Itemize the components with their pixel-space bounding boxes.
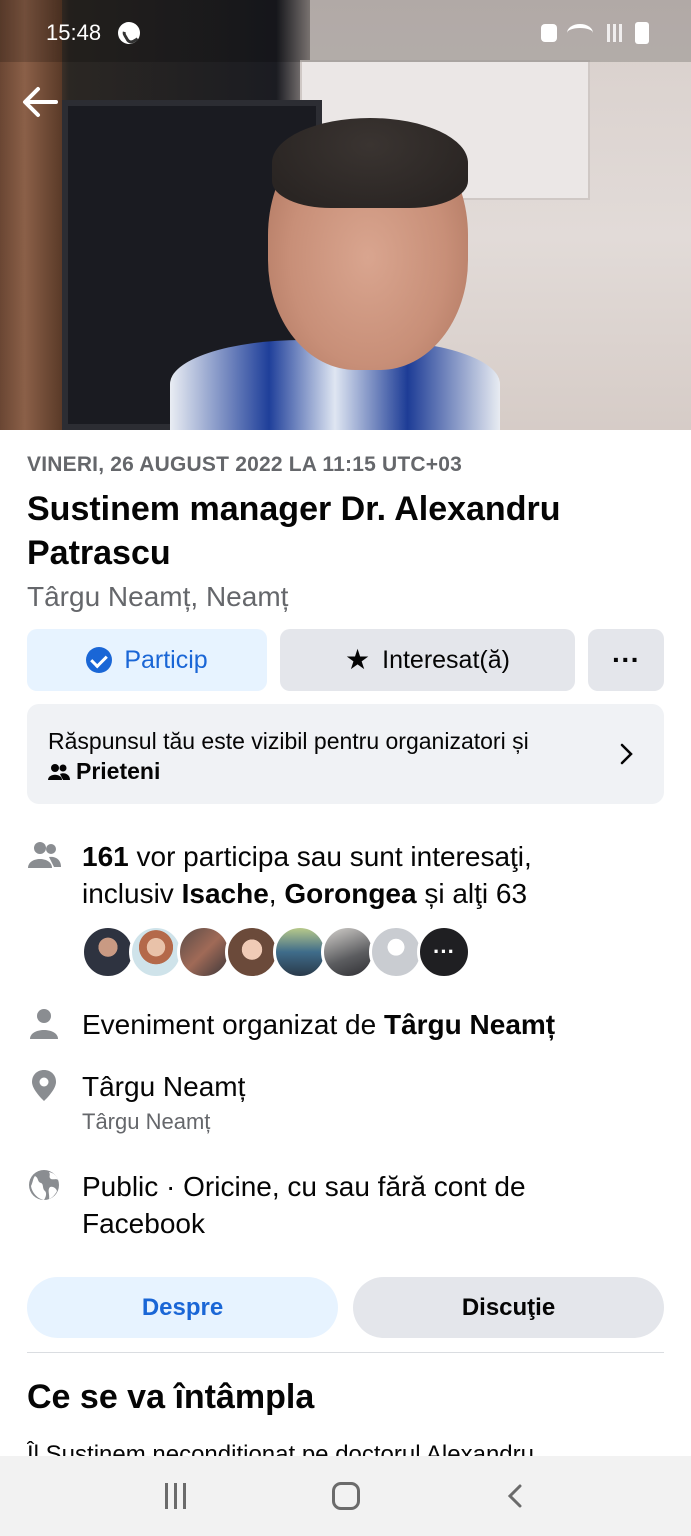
avatar[interactable] xyxy=(81,925,135,979)
people-icon xyxy=(28,842,61,868)
visibility-text: Răspunsul tău este vizibil pentru organi… xyxy=(48,728,529,754)
going-button[interactable]: Particip xyxy=(27,629,267,691)
arrow-left-icon xyxy=(23,87,58,117)
star-icon: ★ xyxy=(345,644,371,675)
call-icon xyxy=(118,22,140,44)
tab-discussion[interactable]: Discuţie xyxy=(353,1277,664,1338)
attendee-name-2: Gorongea xyxy=(284,878,417,909)
status-icons xyxy=(541,22,649,44)
person-icon xyxy=(30,1009,58,1039)
privacy-row: Public · Oricine, cu sau fără cont de Fa… xyxy=(27,1168,627,1242)
attendee-name-1: Isache xyxy=(181,878,269,909)
going-label: Particip xyxy=(124,645,208,674)
response-visibility-notice[interactable]: Răspunsul tău este vizibil pentru organi… xyxy=(27,704,664,804)
avatar[interactable] xyxy=(273,925,327,979)
globe-icon xyxy=(29,1170,59,1200)
interested-button[interactable]: ★ Interesat(ă) xyxy=(280,629,575,691)
interested-label: Interesat(ă) xyxy=(382,645,510,674)
friends-icon xyxy=(48,763,70,780)
more-attendees-button[interactable]: ··· xyxy=(417,925,471,979)
alarm-icon xyxy=(541,24,557,42)
status-time: 15:48 xyxy=(46,20,102,45)
organizer-name[interactable]: Târgu Neamț xyxy=(384,1009,555,1040)
event-title: Sustinem manager Dr. Alexandru Patrascu xyxy=(27,490,561,572)
avatar[interactable] xyxy=(129,925,183,979)
place-subtitle: Târgu Neamț xyxy=(82,1109,211,1134)
avatar[interactable] xyxy=(177,925,231,979)
more-attendees-icon: ··· xyxy=(433,939,455,964)
battery-icon xyxy=(635,22,649,44)
organizer-prefix: Eveniment organizat de xyxy=(82,1009,377,1040)
check-circle-icon xyxy=(86,647,113,673)
event-cover-photo[interactable] xyxy=(0,0,691,430)
back-button[interactable] xyxy=(18,80,62,124)
system-navigation-bar xyxy=(0,1456,691,1536)
tab-about[interactable]: Despre xyxy=(27,1277,338,1338)
recent-apps-button[interactable] xyxy=(161,1483,191,1509)
place-name: Târgu Neamț xyxy=(82,1071,246,1102)
system-back-button[interactable] xyxy=(501,1481,531,1511)
status-bar: 15:48 xyxy=(0,0,691,62)
description-preview: Îl Sustinem neconditionat pe doctorul Al… xyxy=(27,1441,534,1456)
event-location[interactable]: Târgu Neamț, Neamț xyxy=(27,581,288,613)
attendance-text-1: vor participa sau sunt interesaţi, xyxy=(136,841,532,872)
more-options-button[interactable]: ··· xyxy=(588,629,664,691)
wifi-icon xyxy=(567,24,593,42)
more-icon: ··· xyxy=(612,644,640,675)
attendance-row[interactable]: 161 vor participa sau sunt interesaţi, i… xyxy=(27,838,532,912)
place-row[interactable]: Târgu Neamț Târgu Neamț xyxy=(27,1068,245,1135)
chevron-right-icon xyxy=(620,743,633,765)
location-pin-icon xyxy=(32,1070,56,1101)
attendance-text-3: și alţi 63 xyxy=(424,878,528,909)
avatar[interactable] xyxy=(369,925,423,979)
visibility-audience: Prieteni xyxy=(76,758,161,784)
avatar[interactable] xyxy=(225,925,279,979)
event-date: VINERI, 26 AUGUST 2022 LA 11:15 UTC+03 xyxy=(27,453,462,476)
attendance-text-2: inclusiv xyxy=(82,878,174,909)
attendee-avatars[interactable]: ··· xyxy=(81,925,471,979)
privacy-text: Public · Oricine, cu sau fără cont de Fa… xyxy=(82,1171,526,1239)
home-button[interactable] xyxy=(331,1482,360,1510)
cover-person-hair xyxy=(272,118,468,208)
cover-curtain xyxy=(0,0,62,430)
attendance-count: 161 xyxy=(82,841,129,872)
section-title: Ce se va întâmpla xyxy=(27,1378,315,1416)
organizer-row[interactable]: Eveniment organizat de Târgu Neamț xyxy=(27,1006,555,1043)
attendance-comma: , xyxy=(268,878,277,909)
divider xyxy=(27,1352,664,1353)
signal-icon xyxy=(603,24,625,42)
avatar[interactable] xyxy=(321,925,375,979)
